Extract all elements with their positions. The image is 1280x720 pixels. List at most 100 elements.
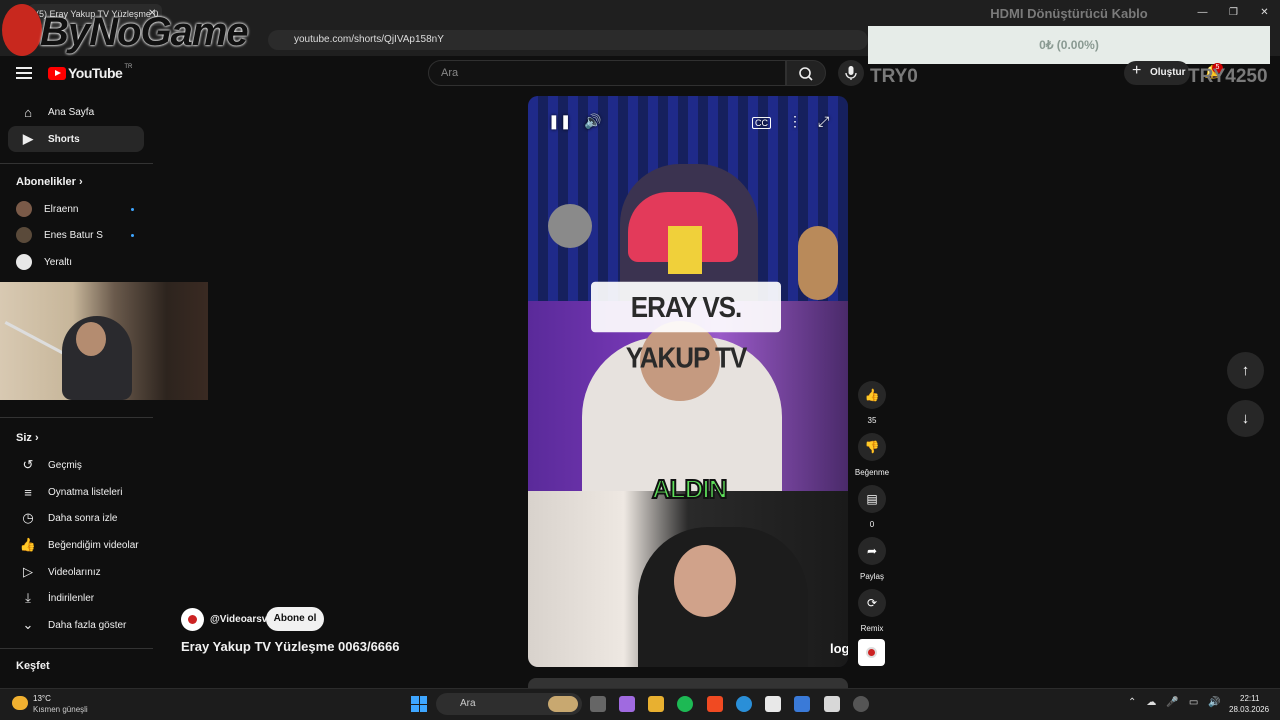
thumbs-down-icon: 👎	[864, 440, 880, 454]
sidebar-item-shorts[interactable]: ▶ Shorts	[8, 126, 144, 152]
restore-button[interactable]: ❐	[1218, 0, 1249, 26]
avatar	[16, 227, 32, 243]
search-placeholder: Ara	[441, 67, 459, 79]
pause-icon[interactable]: ❚❚	[548, 113, 571, 130]
start-button[interactable]	[411, 696, 427, 712]
edge-browser-icon[interactable]	[736, 696, 752, 712]
shorts-icon: ▶	[23, 131, 33, 146]
search-button[interactable]	[786, 60, 826, 86]
youtube-logo[interactable]: YouTube TR	[48, 64, 133, 81]
right-counter: TRY4250	[1188, 66, 1268, 87]
product-title: HDMI Dönüştürücü Kablo	[990, 6, 1148, 21]
channel-name[interactable]: @Videoarsv	[210, 614, 267, 625]
brave-browser-icon[interactable]	[707, 696, 723, 712]
playlist-icon: ≡	[24, 484, 32, 500]
app-icon[interactable]	[824, 696, 840, 712]
video-title: Eray Yakup TV Yüzleşme 0063/6666	[181, 639, 400, 654]
guitar	[798, 226, 838, 300]
sidebar-item-downloads[interactable]: ⤓ İndirilenler	[8, 585, 144, 611]
captions-icon[interactable]: CC	[752, 117, 771, 129]
fullscreen-icon[interactable]: ⤢	[818, 113, 829, 130]
search-input[interactable]: Ara	[428, 60, 786, 86]
you-heading[interactable]: Siz ›	[16, 432, 39, 444]
sidebar-divider	[0, 648, 153, 649]
close-window-button[interactable]: ✕	[1249, 0, 1280, 26]
youtube-play-icon	[48, 66, 66, 80]
sidebar-item-label: Videolarınız	[48, 566, 101, 578]
video-frame-bottom	[528, 491, 848, 667]
clock-icon: ◷	[22, 510, 34, 525]
remix-button[interactable]: ⟳	[858, 589, 886, 617]
file-explorer-icon[interactable]	[648, 696, 664, 712]
country-code: TR	[124, 64, 133, 70]
spotify-icon[interactable]	[677, 696, 693, 712]
subscription-item[interactable]: Yeraltı	[8, 249, 144, 275]
task-view-icon[interactable]	[590, 696, 606, 712]
sidebar-item-label: Daha fazla göster	[48, 619, 127, 631]
copilot-icon[interactable]	[619, 696, 635, 712]
share-label: Paylaş	[859, 572, 884, 581]
search-icon	[799, 67, 813, 81]
mail-icon[interactable]	[794, 696, 810, 712]
shorts-player[interactable]: ERAY VS. YAKUP TV ALDIN ❚❚ 🔊 CC ⋮ ⤢ log	[528, 96, 848, 667]
sidebar-item-show-more[interactable]: ⌄ Daha fazla göster	[8, 612, 144, 638]
sidebar-divider	[0, 163, 153, 164]
next-short-button[interactable]: ↓	[1227, 400, 1264, 437]
menu-icon[interactable]	[16, 64, 32, 80]
subscription-item[interactable]: Elraenn	[8, 196, 144, 222]
sidebar-item-label: Daha sonra izle	[48, 512, 118, 524]
system-tray-icons[interactable]: ⌃☁🎤▭🔊	[1128, 697, 1231, 708]
settings-icon[interactable]	[853, 696, 869, 712]
sound-thumbnail[interactable]	[858, 639, 885, 666]
dislike-label: Beğenme	[854, 468, 890, 477]
subscribe-button[interactable]: Abone ol	[266, 607, 324, 631]
share-icon: ➦	[866, 544, 878, 558]
previous-short-button[interactable]: ↑	[1227, 352, 1264, 389]
create-label: Oluştur	[1150, 67, 1186, 78]
streamer-head	[76, 322, 106, 356]
sidebar-item-home[interactable]: ⌂ Ana Sayfa	[8, 99, 144, 125]
comments-button[interactable]: ▤	[858, 485, 886, 513]
cartoon-patch	[668, 226, 702, 274]
weather-icon[interactable]	[12, 696, 28, 710]
avatar	[16, 201, 32, 217]
channel-avatar[interactable]	[181, 608, 204, 631]
sidebar-item-label: Yeraltı	[44, 256, 72, 268]
video-caption-bottom: ALDIN	[651, 473, 728, 505]
more-options-icon[interactable]: ⋮	[788, 113, 802, 130]
sidebar-item-your-videos[interactable]: ▷ Videolarınız	[8, 559, 144, 585]
volume-icon[interactable]: 🔊	[584, 113, 601, 130]
sidebar-item-label: Enes Batur S	[44, 229, 103, 241]
sidebar-item-watch-later[interactable]: ◷ Daha sonra izle	[8, 505, 144, 531]
widget-icon[interactable]	[548, 696, 578, 712]
voice-search-button[interactable]	[838, 60, 864, 86]
logo-text: ByNoGame	[40, 10, 249, 54]
like-count: 35	[867, 416, 877, 425]
store-icon[interactable]	[765, 696, 781, 712]
sidebar-item-playlists[interactable]: ≡ Oynatma listeleri	[8, 479, 144, 505]
sidebar-item-label: Geçmiş	[48, 459, 82, 471]
address-bar[interactable]: youtube.com/shorts/QjIVAp158nY	[268, 30, 868, 50]
windows-taskbar	[0, 688, 1280, 720]
share-button[interactable]: ➦	[858, 537, 886, 565]
dislike-button[interactable]: 👎	[858, 433, 886, 461]
sidebar-item-liked-videos[interactable]: 👍 Beğendiğim videolar	[8, 532, 144, 558]
new-content-dot	[131, 207, 134, 211]
weather-description: Kısmen güneşli	[33, 705, 88, 714]
url-text: youtube.com/shorts/QjIVAp158nY	[294, 34, 444, 45]
subscription-item[interactable]: Enes Batur S	[8, 222, 144, 248]
minimize-button[interactable]: —	[1187, 0, 1218, 26]
clock-time: 22:11	[1240, 694, 1260, 703]
like-button[interactable]: 👍	[858, 381, 886, 409]
subscriptions-heading[interactable]: Abonelikler ›	[16, 176, 83, 188]
clock-date: 28.03.2026	[1229, 705, 1270, 714]
sidebar-item-label: İndirilenler	[48, 592, 95, 604]
chevron-right-icon: ›	[78, 176, 83, 188]
download-icon: ⤓	[25, 590, 31, 605]
stream-logo-overlay: ByNoGame	[0, 4, 275, 60]
webcam-overlay	[0, 282, 208, 400]
history-icon: ↺	[22, 457, 34, 472]
sidebar-item-history[interactable]: ↺ Geçmiş	[8, 452, 144, 478]
person-face	[674, 545, 736, 617]
sidebar-divider	[0, 417, 153, 418]
